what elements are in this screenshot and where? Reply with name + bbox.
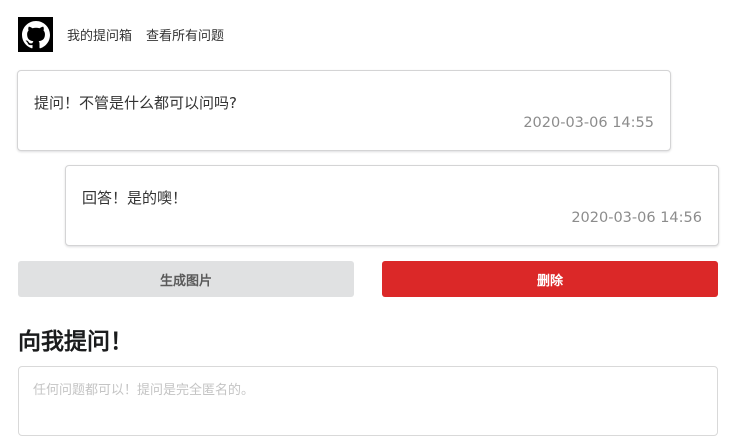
nav-link-my-inbox[interactable]: 我的提问箱 xyxy=(67,25,132,44)
ask-question-input[interactable] xyxy=(18,366,718,436)
ask-heading: 向我提问！ xyxy=(18,329,133,355)
question-text: 提问！不管是什么都可以问吗? xyxy=(34,94,237,112)
github-icon[interactable] xyxy=(18,17,53,52)
nav-link-all-questions[interactable]: 查看所有问题 xyxy=(146,25,224,44)
question-card: 提问！不管是什么都可以问吗? 2020-03-06 14:55 xyxy=(17,70,671,151)
answer-card: 回答！是的噢！ 2020-03-06 14:56 xyxy=(65,165,719,246)
answer-text: 回答！是的噢！ xyxy=(82,189,188,207)
answer-timestamp: 2020-03-06 14:56 xyxy=(571,210,702,226)
top-nav: 我的提问箱 查看所有问题 xyxy=(18,17,238,52)
generate-image-button[interactable]: 生成图片 xyxy=(18,261,354,297)
question-timestamp: 2020-03-06 14:55 xyxy=(523,115,654,131)
delete-button[interactable]: 删除 xyxy=(382,261,718,297)
